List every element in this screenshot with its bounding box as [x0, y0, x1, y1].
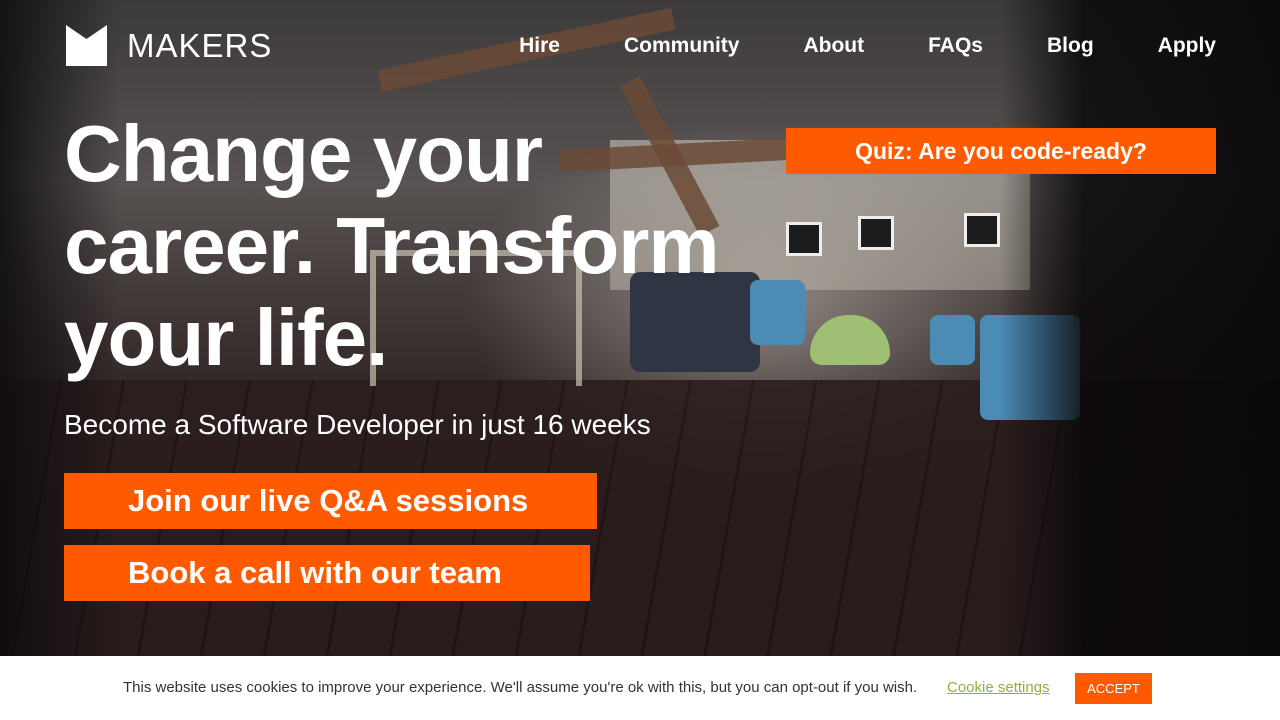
nav-item-blog[interactable]: Blog: [1047, 32, 1094, 60]
quiz-button[interactable]: Quiz: Are you code-ready?: [786, 128, 1216, 174]
main-nav: Hire Community About FAQs Blog Apply: [519, 32, 1216, 60]
nav-item-hire[interactable]: Hire: [519, 32, 560, 60]
background-shadow: [1000, 0, 1280, 656]
nav-item-apply[interactable]: Apply: [1158, 32, 1216, 60]
nav-item-about[interactable]: About: [803, 32, 864, 60]
brand-logo[interactable]: MAKERS: [66, 25, 272, 66]
nav-item-faqs[interactable]: FAQs: [928, 32, 983, 60]
nav-item-community[interactable]: Community: [624, 32, 740, 60]
cookie-accept-button[interactable]: ACCEPT: [1075, 673, 1152, 704]
background-frame: [964, 213, 1000, 247]
background-chair: [930, 315, 975, 365]
cookie-banner: This website uses cookies to improve you…: [0, 656, 1280, 720]
background-frame: [858, 216, 894, 250]
background-cushion: [810, 315, 890, 365]
background-frame: [786, 222, 822, 256]
makers-m-logo-icon: [66, 25, 107, 66]
join-qa-button[interactable]: Join our live Q&A sessions: [64, 473, 597, 529]
hero-headline: Change your career. Transform your life.: [64, 109, 719, 382]
cookie-message: This website uses cookies to improve you…: [123, 679, 918, 696]
hero-subheadline: Become a Software Developer in just 16 w…: [64, 409, 651, 440]
cookie-settings-link[interactable]: Cookie settings: [947, 679, 1050, 696]
brand-name: MAKERS: [127, 26, 273, 64]
hero-section: MAKERS Hire Community About FAQs Blog Ap…: [0, 0, 1280, 656]
book-call-button[interactable]: Book a call with our team: [64, 545, 590, 601]
